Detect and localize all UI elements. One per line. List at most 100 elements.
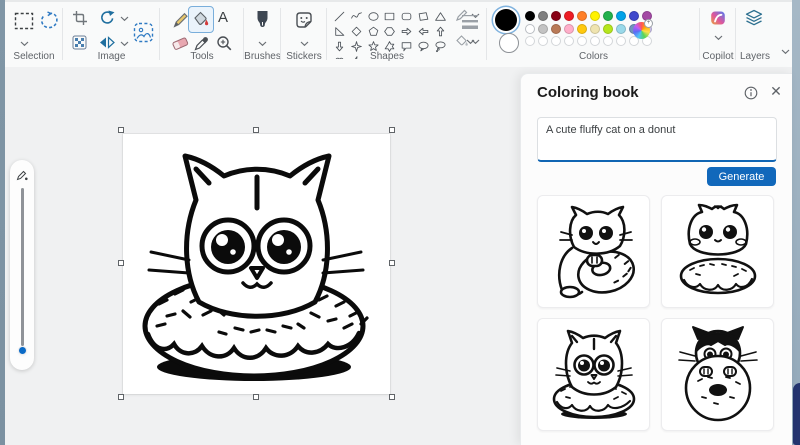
palette-empty-slot[interactable] [590, 36, 600, 46]
shape-diamond-icon[interactable] [348, 24, 365, 39]
palette-color[interactable] [616, 24, 626, 34]
palette-color[interactable] [525, 24, 535, 34]
slider-thumb[interactable] [18, 346, 27, 355]
background-color-swatch[interactable] [499, 33, 519, 53]
palette-empty-slot[interactable] [525, 36, 535, 46]
palette-color[interactable] [564, 11, 574, 21]
shape-oval-icon[interactable] [365, 9, 382, 24]
chevron-down-icon[interactable] [119, 40, 129, 48]
group-brushes: Brushes [244, 2, 281, 66]
selection-handle-e[interactable] [389, 260, 395, 266]
shape-triangle-icon[interactable] [432, 9, 449, 24]
group-label: Colors [487, 51, 700, 62]
sticker-icon[interactable] [295, 11, 313, 29]
canvas-image[interactable] [123, 134, 390, 394]
prompt-input[interactable]: A cute fluffy cat on a donut [537, 117, 777, 162]
rotate-icon[interactable] [99, 10, 115, 26]
chevron-down-icon[interactable] [713, 34, 723, 42]
fill-tool-icon[interactable] [192, 10, 209, 27]
palette-empty-slot[interactable] [538, 36, 548, 46]
slider-track[interactable] [21, 188, 24, 346]
palette-color[interactable] [551, 11, 561, 21]
close-icon[interactable]: ✕ [767, 82, 785, 100]
group-label: Stickers [281, 51, 327, 62]
eraser-tool-icon[interactable] [171, 35, 189, 51]
plus-icon: + [644, 19, 653, 28]
group-label: Image [63, 51, 160, 62]
thumbnail-fluffy-cat-on-donut[interactable] [661, 195, 774, 308]
shape-rounded-rectangle-icon[interactable] [398, 9, 415, 24]
generate-button[interactable]: Generate [707, 167, 776, 186]
rectangle-select-icon[interactable] [14, 12, 34, 30]
color-picker-icon[interactable] [193, 35, 209, 51]
palette-color[interactable] [590, 11, 600, 21]
size-slider [10, 160, 34, 370]
group-selection: Selection [5, 2, 63, 66]
shape-rectangle-icon[interactable] [382, 9, 399, 24]
remove-background-icon[interactable] [72, 35, 87, 50]
thumbnail-cat-inside-donut[interactable] [537, 318, 650, 431]
stroke-size-icon[interactable] [461, 13, 479, 29]
palette-color[interactable] [629, 11, 639, 21]
shape-curve-icon[interactable] [348, 9, 365, 24]
palette-empty-slot[interactable] [564, 36, 574, 46]
palette-color[interactable] [603, 11, 613, 21]
palette-empty-slot[interactable] [616, 36, 626, 46]
palette-color[interactable] [590, 24, 600, 34]
palette-empty-slot[interactable] [603, 36, 613, 46]
shape-quadrilateral-icon[interactable] [415, 9, 432, 24]
group-stickers: Stickers [281, 2, 327, 66]
chevron-down-icon[interactable] [299, 40, 309, 48]
thumbnail-cat-hugging-donut[interactable] [537, 195, 650, 308]
group-label: Selection [5, 51, 63, 62]
palette-color[interactable] [564, 24, 574, 34]
chevron-down-icon[interactable] [465, 38, 475, 46]
selection-handle-s[interactable] [253, 394, 259, 400]
palette-color[interactable] [616, 11, 626, 21]
layers-icon[interactable] [745, 9, 763, 27]
palette-color[interactable] [577, 11, 587, 21]
palette-color[interactable] [538, 24, 548, 34]
palette-color[interactable] [577, 24, 587, 34]
palette-color[interactable] [551, 24, 561, 34]
crop-icon[interactable] [72, 10, 88, 26]
selection-handle-w[interactable] [118, 260, 124, 266]
shape-right-triangle-icon[interactable] [331, 24, 348, 39]
selection-handle-se[interactable] [389, 394, 395, 400]
ribbon-collapse-chevron-icon[interactable] [780, 48, 790, 56]
brush-icon[interactable] [255, 10, 270, 29]
palette-color[interactable] [538, 11, 548, 21]
palette-color[interactable] [525, 11, 535, 21]
shape-hexagon-icon[interactable] [382, 24, 399, 39]
shape-arrow-right-icon[interactable] [398, 24, 415, 39]
freeform-select-icon[interactable] [39, 11, 59, 31]
palette-empty-slot[interactable] [577, 36, 587, 46]
shape-arrow-up-icon[interactable] [432, 24, 449, 39]
foreground-color-swatch[interactable] [495, 9, 517, 31]
edit-colors-icon[interactable]: + [633, 22, 650, 39]
cat-on-donut-drawing [123, 134, 390, 394]
chevron-down-icon[interactable] [19, 40, 29, 48]
selection-handle-n[interactable] [253, 127, 259, 133]
text-tool-icon[interactable]: A [218, 9, 228, 26]
chevron-down-icon[interactable] [257, 40, 267, 48]
group-layers: Layers [736, 2, 792, 66]
thumbnail-tuxedo-cat-behind-donut[interactable] [661, 318, 774, 431]
palette-empty-slot[interactable] [551, 36, 561, 46]
palette-color[interactable] [603, 24, 613, 34]
resize-image-icon[interactable] [133, 22, 154, 43]
shape-line-icon[interactable] [331, 9, 348, 24]
shape-arrow-left-icon[interactable] [415, 24, 432, 39]
flip-icon[interactable] [99, 35, 115, 50]
selection-handle-nw[interactable] [118, 127, 124, 133]
selection-handle-sw[interactable] [118, 394, 124, 400]
wallpaper-detail [793, 383, 800, 445]
group-label: Layers [730, 51, 780, 62]
pencil-tool-icon[interactable] [172, 11, 189, 28]
magnifier-tool-icon[interactable] [216, 35, 232, 51]
selection-handle-ne[interactable] [389, 127, 395, 133]
chevron-down-icon[interactable] [119, 15, 129, 23]
copilot-icon[interactable] [710, 10, 726, 26]
info-icon[interactable] [743, 85, 759, 101]
shape-pentagon-icon[interactable] [365, 24, 382, 39]
